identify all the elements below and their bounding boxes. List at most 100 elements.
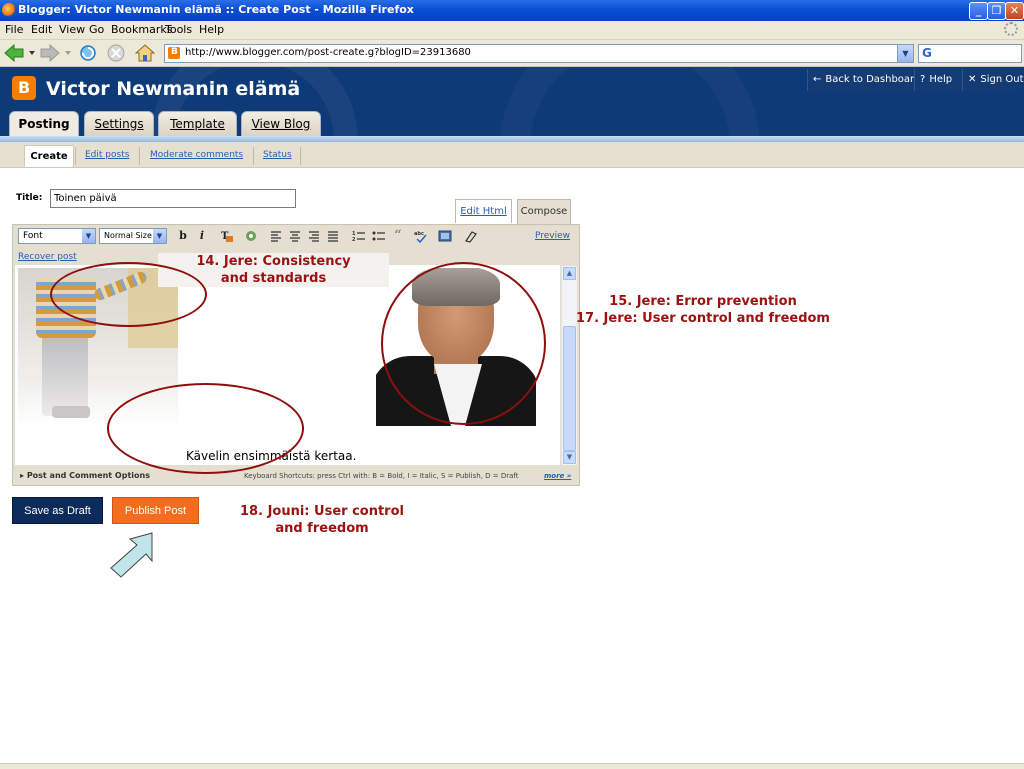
minimize-button[interactable]: _ — [969, 2, 988, 20]
menu-help[interactable]: Help — [199, 23, 224, 36]
size-select-value: Normal Size — [104, 231, 152, 240]
tab-settings-label: Settings — [94, 117, 144, 131]
blog-title: Victor Newmanin elämä — [46, 78, 301, 100]
numbered-list-icon[interactable]: 1 2 — [352, 229, 366, 243]
align-center-icon[interactable] — [289, 229, 303, 243]
help-label: Help — [929, 74, 953, 85]
image-icon[interactable] — [438, 229, 452, 243]
subnav-divider — [253, 147, 254, 165]
subnav-divider — [300, 147, 301, 165]
subtab-create[interactable]: Create — [24, 145, 74, 167]
annotation-ellipse-image — [50, 262, 207, 327]
menu-edit[interactable]: Edit — [31, 23, 52, 36]
recover-post-link[interactable]: Recover post — [18, 252, 77, 262]
keyboard-shortcuts-hint: Keyboard Shortcuts: press Ctrl with: B =… — [244, 472, 519, 480]
subnav-divider — [139, 147, 140, 165]
clear-formatting-icon[interactable] — [463, 229, 477, 243]
help-link[interactable]: ? Help — [914, 69, 962, 91]
url-bar[interactable]: http://www.blogger.com/post-create.g?blo… — [164, 44, 914, 63]
save-as-draft-button[interactable]: Save as Draft — [12, 497, 103, 524]
close-icon: ✕ — [968, 74, 977, 85]
post-options-label: Post and Comment Options — [26, 471, 150, 480]
spellcheck-icon[interactable]: abc — [414, 229, 428, 243]
menu-bookmarks[interactable]: Bookmarks — [111, 23, 172, 36]
back-to-dashboard-label: Back to Dashboard — [825, 74, 921, 85]
annotation-note-15-line1: 15. Jere: Error prevention — [609, 294, 797, 309]
font-select-value: Font — [23, 231, 43, 241]
tab-template-label: Template — [170, 117, 225, 131]
bold-icon[interactable]: b — [176, 229, 190, 243]
reload-icon[interactable] — [78, 43, 100, 63]
url-text: http://www.blogger.com/post-create.g?blo… — [185, 47, 471, 58]
menubar: File Edit View Go Bookmarks Tools Help — [0, 21, 1024, 40]
maximize-button[interactable]: ❐ — [987, 2, 1006, 20]
text-color-icon[interactable]: T — [220, 229, 234, 243]
subnav-divider — [75, 147, 76, 165]
tab-template[interactable]: Template — [158, 111, 237, 137]
status-bar — [0, 763, 1024, 769]
help-icon: ? — [920, 74, 926, 85]
menu-tools[interactable]: Tools — [165, 23, 192, 36]
scroll-up-icon[interactable]: ▲ — [563, 267, 576, 280]
post-options-toggle[interactable]: ▸ Post and Comment Options — [20, 471, 150, 480]
annotation-ellipse-empty-area — [107, 383, 304, 474]
align-left-icon[interactable] — [270, 229, 284, 243]
chevron-down-icon: ▼ — [153, 229, 166, 243]
url-dropdown-button[interactable]: ▼ — [897, 45, 913, 62]
search-input[interactable]: G — [918, 44, 1022, 63]
tab-compose[interactable]: Compose — [517, 199, 571, 225]
blockquote-icon[interactable]: “ — [391, 229, 405, 243]
back-arrow-icon: ← — [813, 74, 822, 85]
size-select[interactable]: Normal Size ▼ — [99, 228, 167, 244]
menu-view[interactable]: View — [59, 23, 85, 36]
font-select[interactable]: Font ▼ — [18, 228, 96, 244]
tab-view-blog-label: View Blog — [251, 117, 311, 131]
tab-edit-html[interactable]: Edit Html — [455, 199, 512, 223]
close-window-button[interactable]: ✕ — [1005, 2, 1024, 20]
annotation-note-18-line2: and freedom — [275, 521, 369, 536]
svg-text:abc: abc — [414, 231, 424, 237]
home-icon[interactable] — [134, 43, 158, 63]
annotation-note-15-17: 15. Jere: Error prevention 17. Jere: Use… — [560, 293, 846, 327]
title-label: Title: — [16, 193, 43, 203]
svg-text:2: 2 — [352, 237, 356, 243]
window-titlebar: Blogger: Victor Newmanin elämä :: Create… — [0, 0, 1024, 21]
link-icon[interactable] — [244, 229, 258, 243]
sign-out-link[interactable]: ✕ Sign Out — [962, 69, 1024, 91]
subtab-moderate-comments[interactable]: Moderate comments — [150, 150, 243, 160]
blogger-favicon-icon — [168, 47, 180, 59]
annotation-circle-photo — [381, 262, 546, 425]
activity-throbber-icon — [1004, 22, 1018, 36]
tab-settings[interactable]: Settings — [84, 111, 154, 137]
stop-icon[interactable] — [106, 43, 128, 63]
scrollbar-thumb[interactable] — [563, 326, 576, 451]
chevron-down-icon: ▼ — [82, 229, 95, 243]
window-title: Blogger: Victor Newmanin elämä :: Create… — [18, 3, 414, 16]
preview-link[interactable]: Preview — [535, 231, 570, 241]
tab-posting-label: Posting — [18, 117, 70, 131]
scroll-down-icon[interactable]: ▼ — [563, 451, 576, 464]
back-to-dashboard-link[interactable]: ← Back to Dashboard — [807, 69, 920, 91]
menu-go[interactable]: Go — [89, 23, 104, 36]
align-right-icon[interactable] — [308, 229, 322, 243]
annotation-note-18-line1: 18. Jouni: User control — [240, 504, 404, 519]
italic-icon[interactable]: i — [195, 229, 209, 243]
annotation-note-14-line1: 14. Jere: Consistency — [196, 254, 351, 269]
firefox-icon — [2, 3, 16, 17]
subtab-edit-posts[interactable]: Edit posts — [85, 150, 129, 160]
back-arrow-icon[interactable] — [3, 43, 37, 63]
subtab-status[interactable]: Status — [263, 150, 292, 160]
blogger-logo-icon[interactable] — [12, 76, 36, 100]
bullet-list-icon[interactable] — [372, 229, 386, 243]
sign-out-label: Sign Out — [980, 74, 1024, 85]
post-title-input[interactable] — [50, 189, 296, 208]
more-shortcuts-link[interactable]: more » — [544, 472, 571, 480]
forward-arrow-icon[interactable] — [39, 43, 73, 63]
menu-file[interactable]: File — [5, 23, 23, 36]
annotation-note-15-line2: 17. Jere: User control and freedom — [576, 311, 830, 326]
publish-post-button[interactable]: Publish Post — [112, 497, 199, 524]
annotation-note-18: 18. Jouni: User control and freedom — [228, 503, 416, 537]
tab-view-blog[interactable]: View Blog — [241, 111, 321, 137]
google-search-icon: G — [922, 46, 932, 60]
justify-icon[interactable] — [327, 229, 341, 243]
